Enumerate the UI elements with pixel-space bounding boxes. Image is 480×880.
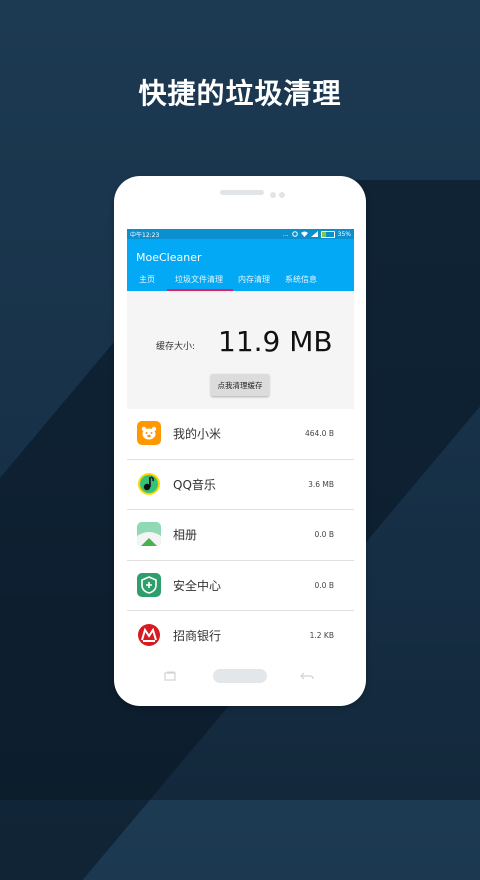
home-button[interactable] <box>213 669 267 683</box>
phone-speaker <box>220 190 264 195</box>
list-item[interactable]: 相册 0.0 B <box>127 510 354 561</box>
status-bar: 中午12:23 ... 35% <box>127 229 354 239</box>
signal-icon <box>310 231 318 237</box>
list-item[interactable]: QQ音乐 3.6 MB <box>127 459 354 510</box>
cache-size-value: 11.9 MB <box>218 325 333 358</box>
clean-cache-button[interactable]: 点我清理缓存 <box>211 374 269 396</box>
cache-size-label: 缓存大小: <box>156 342 196 352</box>
promo-headline: 快捷的垃圾清理 <box>138 77 342 110</box>
battery-percent: 35% <box>337 230 351 238</box>
phone-screen: 中午12:23 ... 35% MoeCleaner 主页 垃圾文件清理 内存清… <box>127 229 354 657</box>
app-bar: MoeCleaner 主页 垃圾文件清理 内存清理 系统信息 <box>127 239 354 291</box>
tab-indicator <box>167 289 233 291</box>
app-cache-size: 0.0 B <box>314 580 334 590</box>
app-cache-size: 0.0 B <box>314 530 334 539</box>
mi-bear-icon <box>137 421 161 445</box>
alarm-icon <box>291 231 298 237</box>
list-item[interactable]: 招商银行 1.2 KB <box>127 611 354 657</box>
tab-home[interactable]: 主页 <box>139 274 155 285</box>
phone-nav-bar <box>114 666 366 686</box>
phone-camera <box>279 192 285 198</box>
app-title: MoeCleaner <box>136 251 202 264</box>
app-cache-size: 3.6 MB <box>308 479 334 489</box>
phone-frame: 中午12:23 ... 35% MoeCleaner 主页 垃圾文件清理 内存清… <box>114 176 366 706</box>
app-name: 招商银行 <box>173 629 222 643</box>
tab-system-info[interactable]: 系统信息 <box>285 274 317 285</box>
list-item[interactable]: 我的小米 464.0 B <box>127 409 354 460</box>
tab-bar: 主页 垃圾文件清理 内存清理 系统信息 <box>127 269 354 291</box>
app-cache-list: 我的小米 464.0 B QQ音乐 3.6 MB 相册 0.0 B 安全中心 0… <box>127 409 354 657</box>
list-item[interactable]: 安全中心 0.0 B <box>127 560 354 611</box>
battery-icon <box>320 230 335 238</box>
tab-junk-clean[interactable]: 垃圾文件清理 <box>175 274 223 285</box>
security-center-icon <box>137 572 161 597</box>
wifi-icon <box>300 231 308 237</box>
qq-music-icon <box>137 472 161 496</box>
app-name: QQ音乐 <box>173 477 216 492</box>
status-icons: ... <box>282 230 289 238</box>
app-name: 安全中心 <box>173 578 222 593</box>
status-time: 中午12:23 <box>130 231 160 239</box>
tab-memory-clean[interactable]: 内存清理 <box>238 274 270 285</box>
phone-sensor <box>270 192 276 198</box>
app-name: 我的小米 <box>173 427 222 441</box>
cmb-bank-icon <box>137 623 161 647</box>
back-icon[interactable] <box>300 671 314 681</box>
gallery-icon <box>137 522 161 546</box>
app-cache-size: 1.2 KB <box>309 631 334 640</box>
recent-apps-icon[interactable] <box>164 671 176 681</box>
app-name: 相册 <box>173 528 198 542</box>
app-cache-size: 464.0 B <box>304 429 334 438</box>
